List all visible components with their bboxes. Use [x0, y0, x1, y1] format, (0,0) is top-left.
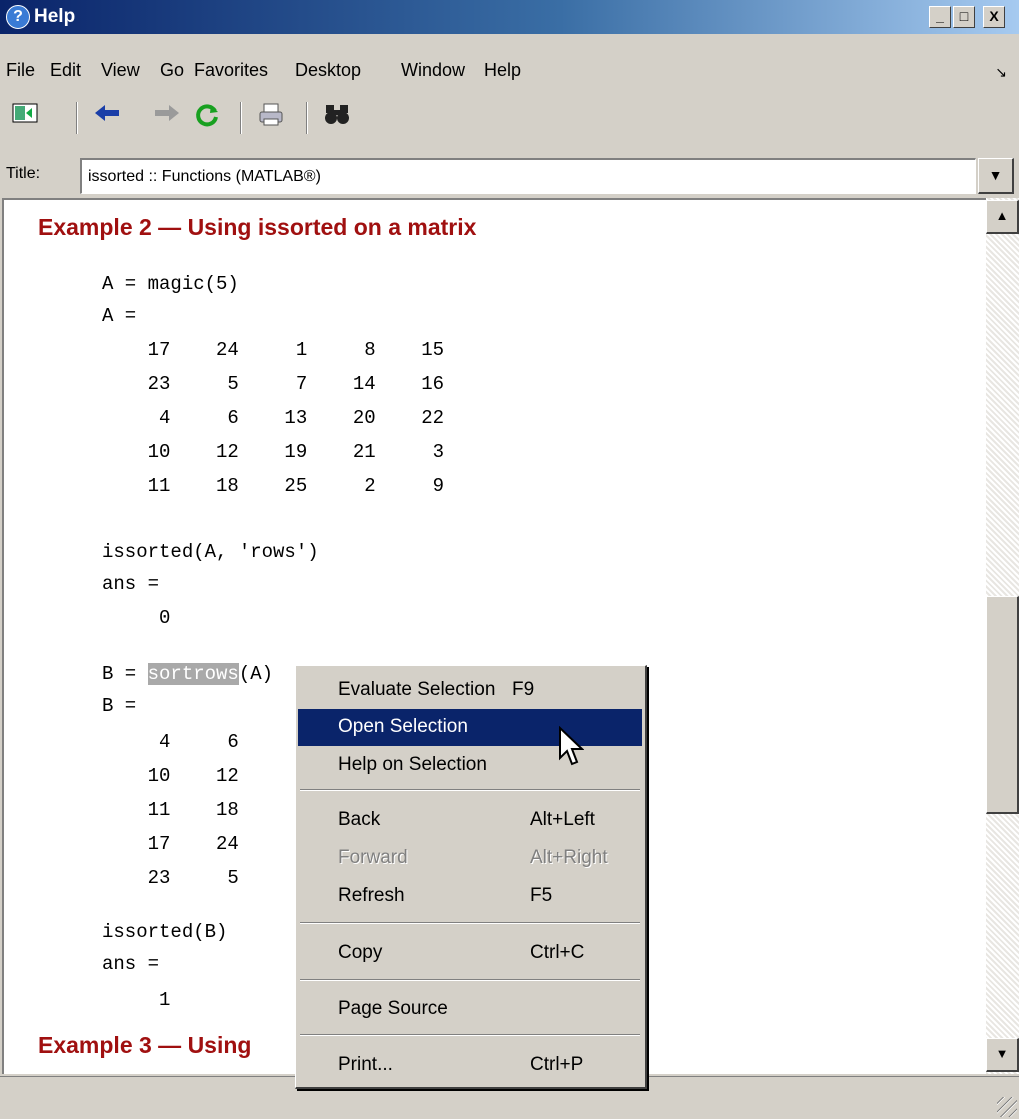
context-menu: Evaluate Selection F9 Open Selection Hel…: [295, 665, 647, 1089]
help-icon: ?: [6, 5, 30, 29]
code-line: A =: [102, 305, 137, 327]
menu-go[interactable]: Go: [160, 60, 184, 81]
menu-favorites[interactable]: Favorites: [194, 60, 268, 81]
find-binoculars-icon[interactable]: [322, 102, 352, 132]
menu-item-label: Evaluate Selection: [338, 679, 496, 700]
mouse-cursor-icon: [559, 726, 584, 766]
code-line: B =: [102, 695, 137, 717]
menu-help[interactable]: Help: [484, 60, 521, 81]
forward-arrow-icon[interactable]: [152, 102, 182, 132]
menu-item-label: Page Source: [338, 998, 448, 1019]
menu-bar: File Edit View Go Favorites Desktop Wind…: [0, 60, 1019, 90]
title-bar[interactable]: ? Help _ □ X: [0, 0, 1019, 34]
menu-separator: [300, 1034, 640, 1036]
menu-item-evaluate-selection[interactable]: Evaluate Selection F9: [298, 672, 642, 709]
menu-item-shortcut: Ctrl+P: [530, 1054, 584, 1075]
menu-item-label: Forward: [338, 847, 408, 868]
menu-desktop[interactable]: Desktop: [295, 60, 361, 81]
scroll-down-button[interactable]: ▼: [986, 1038, 1019, 1072]
code-text: B =: [102, 663, 148, 685]
menu-edit[interactable]: Edit: [50, 60, 81, 81]
code-line-b: B = sortrows(A): [102, 656, 273, 692]
close-button[interactable]: X: [983, 6, 1005, 28]
menu-item-label: Open Selection: [338, 716, 468, 737]
selected-text[interactable]: sortrows: [147, 663, 239, 685]
menu-item-label: Copy: [338, 942, 383, 963]
toolbar: [0, 96, 1019, 140]
menu-item-shortcut: F5: [530, 885, 553, 906]
code-line: ans =: [102, 953, 160, 975]
refresh-icon[interactable]: [192, 102, 222, 132]
menu-separator: [300, 789, 640, 791]
menu-item-label: Refresh: [338, 885, 405, 906]
menu-item-page-source[interactable]: Page Source: [298, 991, 642, 1028]
resize-grip-icon[interactable]: [997, 1097, 1017, 1117]
matrix-row: 4 6: [102, 731, 239, 753]
hide-navigator-icon[interactable]: [10, 102, 40, 132]
example-2-heading: Example 2 — Using issorted on a matrix: [38, 214, 477, 240]
matrix-row: 11 18 25 2 9: [102, 475, 445, 497]
code-line: ans =: [102, 573, 160, 595]
matrix-row: 4 6 13 20 22: [102, 407, 445, 429]
undock-arrow-icon[interactable]: ↘: [995, 64, 1007, 81]
help-window: ? Help _ □ X File Edit View Go Favorites…: [0, 0, 1019, 1119]
matrix-row: 17 24: [102, 833, 239, 855]
code-line: issorted(A, 'rows'): [102, 541, 319, 563]
matrix-row: 23 5 7 14 16: [102, 373, 445, 395]
back-arrow-icon[interactable]: [92, 102, 122, 132]
toolbar-separator: [76, 102, 78, 134]
menu-item-shortcut: F9: [512, 679, 535, 700]
code-text: (A): [238, 663, 274, 685]
toolbar-separator: [240, 102, 242, 134]
scroll-thumb[interactable]: [986, 596, 1019, 814]
menu-item-label: Print...: [338, 1054, 393, 1075]
vertical-scrollbar[interactable]: ▲ ▼: [986, 198, 1019, 1074]
menu-item-shortcut: Ctrl+C: [530, 942, 585, 963]
title-row: Title: issorted :: Functions (MATLAB®) ▼: [0, 154, 1019, 196]
menu-item-help-on-selection[interactable]: Help on Selection: [298, 747, 642, 784]
matrix-row: 11 18: [102, 799, 239, 821]
title-label: Title:: [6, 165, 41, 182]
window-title: Help: [34, 6, 76, 27]
code-line: issorted(B): [102, 921, 228, 943]
menu-separator: [300, 922, 640, 924]
matrix-row: 10 12: [102, 765, 239, 787]
toolbar-separator: [306, 102, 308, 134]
menu-window[interactable]: Window: [401, 60, 465, 81]
minimize-button[interactable]: _: [929, 6, 951, 28]
menu-item-label: Back: [338, 809, 381, 830]
matrix-row: 17 24 1 8 15: [102, 339, 445, 361]
code-line: A = magic(5): [102, 273, 239, 295]
matrix-row: 23 5: [102, 867, 239, 889]
matrix-row: 10 12 19 21 3: [102, 441, 445, 463]
menu-item-open-selection[interactable]: Open Selection: [298, 709, 642, 746]
chevron-down-icon[interactable]: ▼: [978, 158, 1014, 194]
title-dropdown-field[interactable]: issorted :: Functions (MATLAB®): [80, 158, 976, 194]
print-icon[interactable]: [256, 102, 286, 132]
menu-item-label: Help on Selection: [338, 754, 487, 775]
maximize-button[interactable]: □: [953, 6, 975, 28]
code-line: 0: [102, 607, 171, 629]
menu-item-copy[interactable]: Copy Ctrl+C: [298, 935, 642, 972]
menu-item-print[interactable]: Print... Ctrl+P: [298, 1047, 642, 1084]
scroll-up-button[interactable]: ▲: [986, 200, 1019, 234]
menu-separator: [300, 979, 640, 981]
menu-item-refresh[interactable]: Refresh F5: [298, 878, 642, 915]
example-3-heading: Example 3 — Using: [38, 1032, 252, 1058]
menu-item-forward: Forward Alt+Right: [298, 840, 642, 877]
menu-file[interactable]: File: [6, 60, 35, 81]
menu-item-shortcut: Alt+Left: [530, 809, 595, 830]
menu-item-back[interactable]: Back Alt+Left: [298, 802, 642, 839]
menu-view[interactable]: View: [101, 60, 140, 81]
menu-item-shortcut: Alt+Right: [530, 847, 608, 868]
code-line: 1: [102, 989, 171, 1011]
